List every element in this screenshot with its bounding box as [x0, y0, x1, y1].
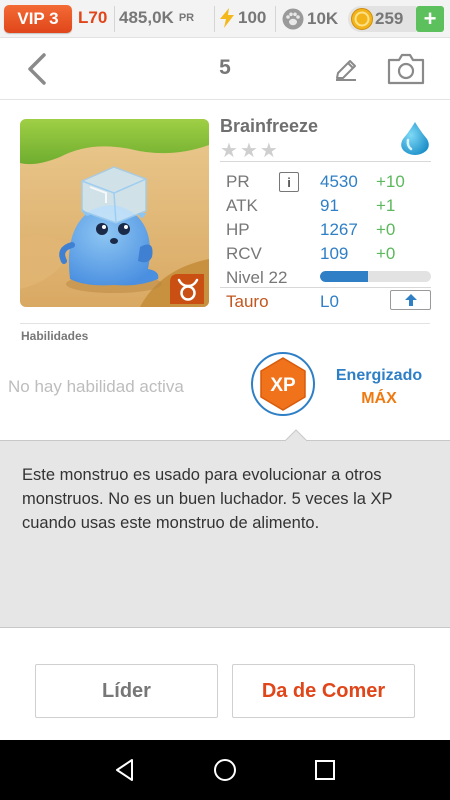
stat-bonus-rcv: +0 [376, 244, 396, 263]
power-rating: 485,0K PR [119, 8, 194, 28]
stat-bonus-pr: +10 [376, 172, 405, 191]
arrow-up-icon [404, 294, 417, 306]
water-drop-icon [401, 122, 429, 155]
divider [220, 287, 431, 288]
nav-recents-icon[interactable] [312, 757, 338, 783]
food-value: 10K [307, 9, 339, 28]
stat-label-atk: ATK [226, 196, 258, 215]
food-counter[interactable]: 10K [282, 8, 338, 30]
stat-label-rcv: RCV [226, 244, 262, 263]
energized-title: Energizado [335, 367, 423, 384]
add-coins-button[interactable]: + [416, 6, 444, 32]
level-progress-fill [320, 271, 368, 282]
nav-back-icon[interactable] [112, 757, 138, 783]
energy-value: 100 [238, 8, 267, 27]
stat-value-atk: 91 [320, 196, 339, 215]
description-text: Este monstruo es usado para evolucionar … [22, 466, 393, 532]
rank-value: L0 [320, 292, 339, 311]
power-rating-unit: PR [178, 12, 195, 24]
star-icon: ★ [259, 140, 280, 162]
xp-badge-label: XP [270, 375, 296, 396]
feed-button[interactable]: Da de Comer [232, 664, 415, 718]
camera-icon[interactable] [386, 52, 426, 86]
energized-value: MÁX [361, 390, 397, 407]
star-rating: ★★★ [220, 138, 280, 163]
stat-value-hp: 1267 [320, 220, 358, 239]
monster-count: 5 [219, 56, 231, 79]
header: 5 [0, 38, 450, 100]
no-active-skill-text: No hay habilidad activa [8, 377, 184, 396]
back-button[interactable] [22, 52, 52, 86]
coin-value: 259 [375, 9, 404, 28]
monster-card: Brainfreeze ★★★ PR i 4530 +10 ATK 91 +1 … [0, 100, 450, 440]
paw-icon [282, 8, 304, 30]
player-level: L70 [78, 8, 108, 27]
level-progress-bar [320, 271, 431, 282]
star-icon: ★ [239, 140, 260, 162]
coin-icon [351, 8, 373, 30]
tooltip-pointer [285, 429, 307, 451]
divider [214, 6, 215, 32]
stat-value-pr: 4530 [320, 172, 358, 191]
xp-badge-icon[interactable]: XP [251, 352, 315, 416]
stat-label-pr: PR [226, 172, 250, 191]
divider [220, 161, 431, 162]
stat-label-hp: HP [226, 220, 250, 239]
vip-badge[interactable]: VIP 3 [4, 5, 72, 33]
star-icon: ★ [220, 140, 240, 162]
divider [20, 323, 430, 324]
stat-bonus-atk: +1 [376, 196, 396, 215]
status-bar: VIP 3 L70 485,0K PR 100 10K 259 + [0, 0, 450, 38]
stat-value-rcv: 109 [320, 244, 349, 263]
divider [114, 6, 115, 32]
energy-counter[interactable]: 100 [219, 8, 266, 28]
skills-heading: Habilidades [21, 329, 89, 343]
leader-button[interactable]: Líder [35, 664, 218, 718]
lightning-icon [220, 8, 234, 28]
edit-icon[interactable] [332, 56, 360, 84]
description-tooltip: Este monstruo es usado para evolucionar … [0, 440, 450, 628]
power-rating-value: 485,0K [119, 8, 174, 27]
monster-name[interactable]: Brainfreeze [220, 116, 318, 137]
level-label: Nivel 22 [226, 268, 288, 287]
system-nav-bar [0, 740, 450, 800]
stat-bonus-hp: +0 [376, 220, 396, 239]
divider [275, 6, 276, 32]
info-icon[interactable]: i [279, 172, 299, 192]
rank-up-button[interactable] [390, 290, 431, 310]
zodiac-name: Tauro [226, 292, 269, 311]
nav-home-icon[interactable] [212, 757, 238, 783]
taurus-icon [170, 274, 204, 304]
